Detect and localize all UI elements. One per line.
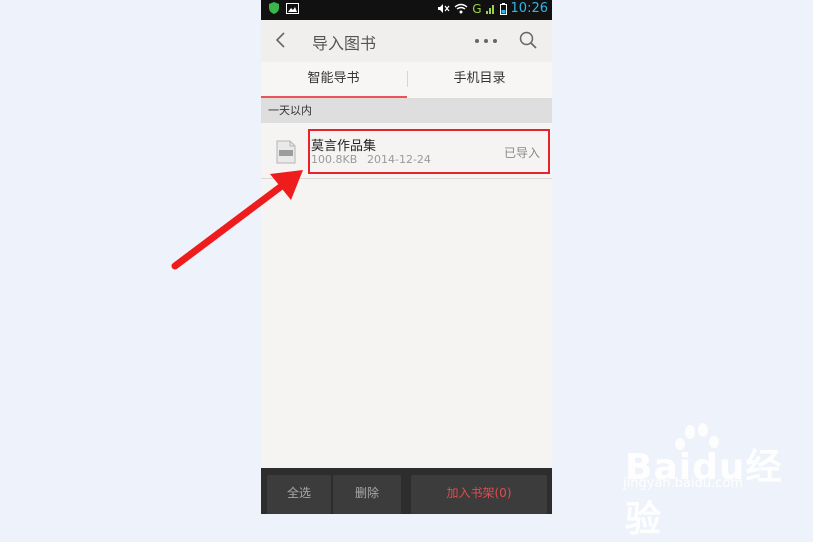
delete-button[interactable]: 删除 — [333, 475, 401, 514]
network-type: G — [472, 1, 482, 16]
annotation-highlight-box — [308, 129, 550, 174]
mute-icon — [438, 4, 450, 13]
search-icon[interactable] — [518, 30, 538, 50]
add-to-shelf-button[interactable]: 加入书架(0) — [411, 475, 547, 514]
status-bar: G 10:26 — [261, 0, 552, 20]
battery-icon — [499, 2, 507, 15]
active-tab-indicator — [261, 96, 407, 98]
signal-icon — [485, 5, 494, 14]
tab-smart-import[interactable]: 智能导书 — [261, 62, 406, 98]
tab-divider — [407, 71, 408, 87]
shield-icon — [269, 2, 279, 14]
clock: 10:26 — [510, 1, 548, 16]
section-header: 一天以内 — [261, 99, 552, 123]
bottom-action-bar: 全选 删除 加入书架(0) — [261, 468, 552, 514]
image-icon — [286, 2, 299, 14]
tab-phone-directory[interactable]: 手机目录 — [407, 62, 552, 98]
annotation-arrow — [171, 170, 303, 270]
back-icon[interactable] — [271, 30, 291, 50]
app-bar: 导入图书 — [261, 20, 552, 63]
select-all-button[interactable]: 全选 — [267, 475, 331, 514]
page-title: 导入图书 — [312, 34, 377, 53]
watermark-url: jingyan.baidu.com — [623, 476, 743, 491]
more-icon[interactable] — [474, 38, 498, 44]
wifi-icon — [454, 3, 468, 14]
